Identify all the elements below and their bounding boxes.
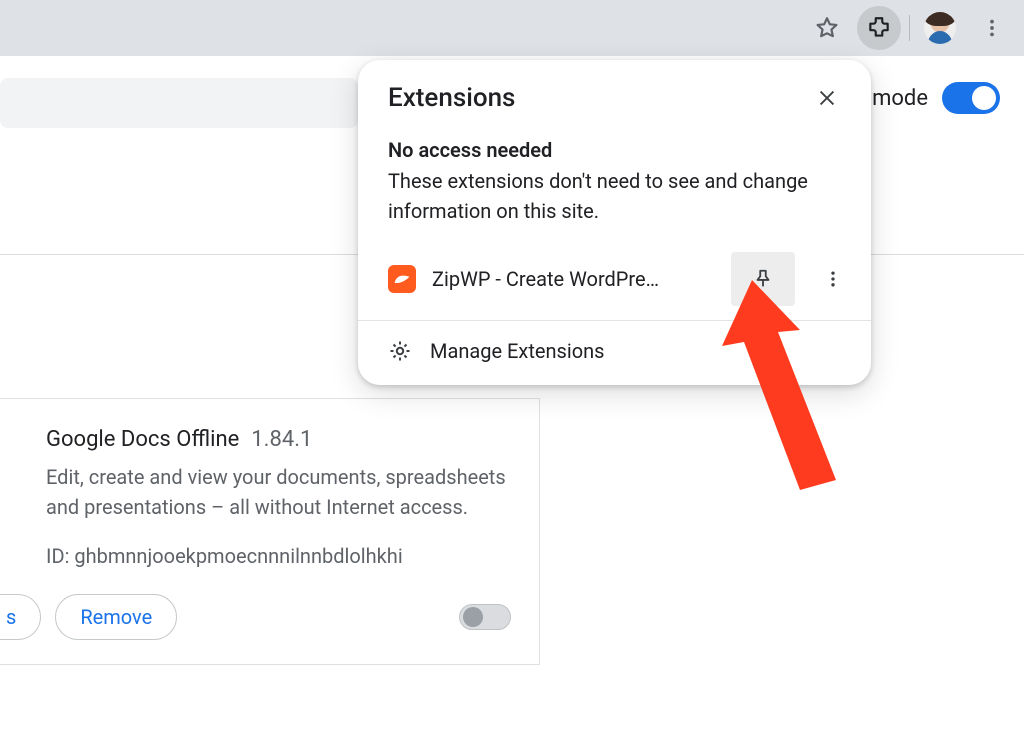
vertical-dots-icon: [823, 269, 843, 289]
developer-mode-area: r mode: [859, 82, 1000, 114]
section-description: These extensions don't need to see and c…: [388, 166, 841, 226]
close-button[interactable]: [809, 80, 845, 116]
extension-enabled-toggle[interactable]: [459, 604, 511, 630]
browser-toolbar: [0, 0, 1024, 56]
developer-mode-toggle[interactable]: [942, 82, 1000, 114]
zipwp-icon: [393, 272, 411, 286]
puzzle-icon: [866, 15, 892, 41]
pin-icon: [752, 267, 774, 291]
manage-extensions-label: Manage Extensions: [430, 339, 605, 363]
section-title: No access needed: [388, 138, 841, 162]
extension-name: ZipWP - Create WordPre…: [432, 267, 715, 291]
bookmark-star-button[interactable]: [805, 6, 849, 50]
remove-button[interactable]: Remove: [55, 594, 177, 640]
toolbar-separator: [909, 15, 910, 41]
extensions-popup: Extensions No access needed These extens…: [358, 60, 871, 385]
extension-card: Google Docs Offline 1.84.1 Edit, create …: [0, 398, 540, 665]
toolbar-right: [805, 6, 1014, 50]
vertical-dots-icon: [981, 17, 1003, 39]
gear-icon: [388, 339, 412, 363]
card-actions: s Remove: [46, 594, 511, 640]
extension-app-icon: [388, 265, 416, 293]
extension-id: ID: ghbmnnjooekpmoecnnnilnnbdlolhkhi: [46, 544, 511, 568]
extension-card-version: 1.84.1: [251, 427, 312, 452]
chrome-menu-button[interactable]: [970, 6, 1014, 50]
popup-header: Extensions: [358, 60, 871, 122]
avatar-icon: [924, 12, 956, 44]
extension-more-button[interactable]: [811, 255, 855, 303]
popup-title: Extensions: [388, 83, 515, 113]
extensions-button[interactable]: [857, 6, 901, 50]
profile-avatar-button[interactable]: [918, 6, 962, 50]
extension-card-title: Google Docs Offline: [46, 427, 239, 452]
extension-card-description: Edit, create and view your documents, sp…: [46, 462, 511, 522]
pin-extension-button[interactable]: [731, 252, 795, 306]
details-button[interactable]: s: [0, 594, 41, 640]
close-icon: [816, 87, 838, 109]
manage-extensions-row[interactable]: Manage Extensions: [358, 320, 871, 385]
popup-section: No access needed These extensions don't …: [358, 122, 871, 226]
star-icon: [814, 15, 840, 41]
search-input[interactable]: [0, 78, 358, 128]
extension-row[interactable]: ZipWP - Create WordPre…: [358, 242, 871, 320]
